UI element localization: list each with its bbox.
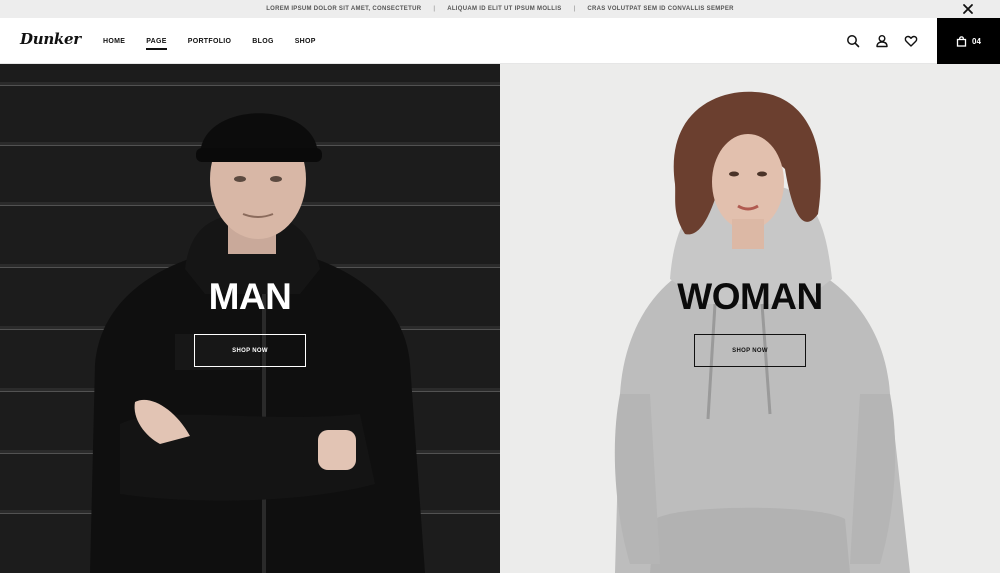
woman-photo: [500, 64, 1000, 573]
site-header: Dunker HOME PAGE PORTFOLIO BLOG SHOP 04: [0, 18, 1000, 64]
user-icon[interactable]: [875, 34, 889, 48]
announcement-separator: |: [433, 6, 436, 12]
shop-now-button-man[interactable]: SHOP NOW: [194, 334, 306, 367]
nav-item-shop[interactable]: SHOP: [295, 36, 316, 47]
announcement-item: CRAS VOLUTPAT SEM ID CONVALLIS SEMPER: [587, 6, 734, 12]
logo[interactable]: Dunker: [20, 30, 81, 48]
shop-now-button-woman[interactable]: SHOP NOW: [694, 334, 806, 367]
hero-title-woman: WOMAN: [677, 276, 823, 317]
search-icon[interactable]: [846, 34, 860, 48]
nav-item-page[interactable]: PAGE: [146, 36, 167, 50]
nav-item-portfolio[interactable]: PORTFOLIO: [188, 36, 232, 47]
announcement-item: ALIQUAM ID ELIT UT IPSUM MOLLIS: [447, 6, 562, 12]
nav-item-blog[interactable]: BLOG: [252, 36, 273, 47]
bag-icon: [956, 35, 967, 47]
cart-button[interactable]: 04: [937, 18, 1000, 64]
header-actions: [846, 18, 860, 64]
main-nav: HOME PAGE PORTFOLIO BLOG SHOP: [103, 18, 337, 64]
hero-title-man: MAN: [208, 276, 292, 317]
header-actions: [904, 18, 918, 64]
announcement-separator: |: [573, 6, 576, 12]
announcement-item: LOREM IPSUM DOLOR SIT AMET, CONSECTETUR: [266, 6, 422, 12]
hero-panel-man[interactable]: MAN SHOP NOW: [0, 64, 500, 573]
cart-count: 04: [972, 36, 981, 46]
hero-panel-woman[interactable]: WOMAN SHOP NOW: [500, 64, 1000, 573]
man-photo: [0, 64, 500, 573]
announcement-bar: LOREM IPSUM DOLOR SIT AMET, CONSECTETUR …: [0, 0, 1000, 18]
heart-icon[interactable]: [904, 34, 918, 48]
header-actions: [875, 18, 889, 64]
nav-item-home[interactable]: HOME: [103, 36, 125, 47]
close-icon[interactable]: [962, 3, 974, 15]
